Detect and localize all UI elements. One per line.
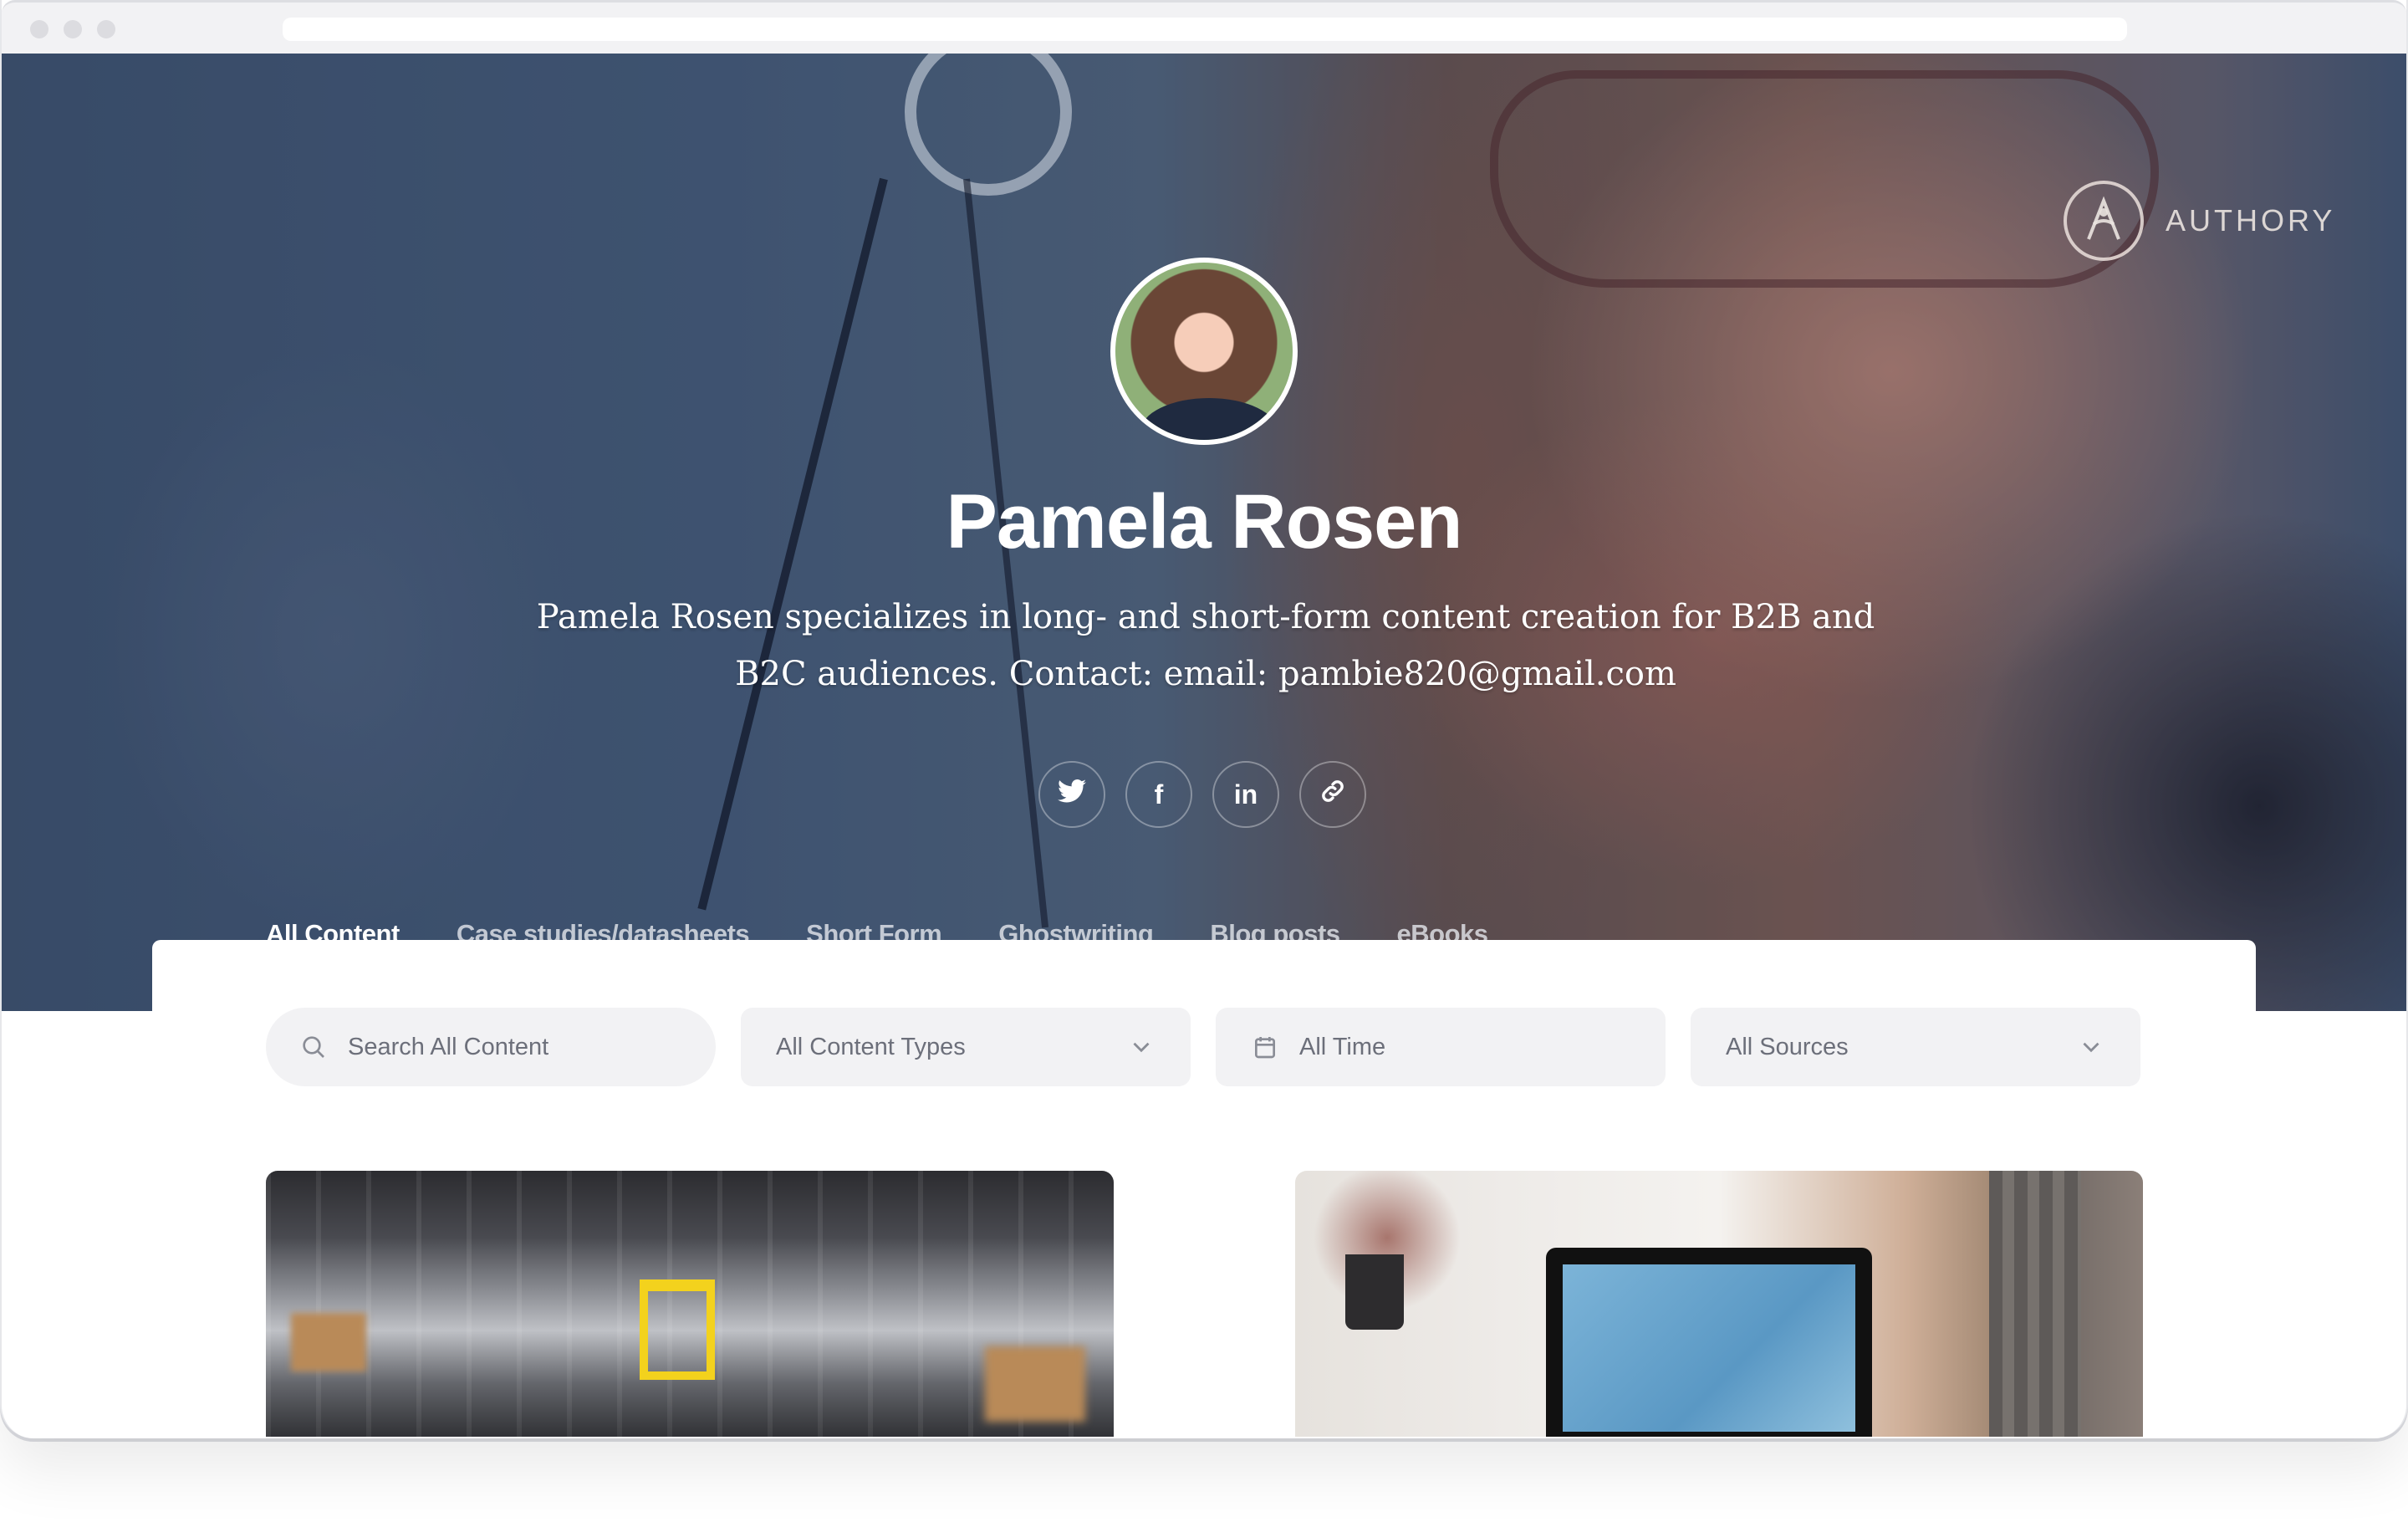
- linkedin-icon: in: [1233, 779, 1258, 810]
- search-placeholder: Search All Content: [348, 1033, 549, 1060]
- chevron-down-icon: [1127, 1033, 1156, 1061]
- browser-window: AUTHORY Pamela Rosen Pamela Rosen specia…: [0, 0, 2408, 1438]
- linkedin-link[interactable]: in: [1212, 761, 1279, 828]
- search-icon: [299, 1033, 328, 1061]
- sources-value: All Sources: [1726, 1033, 1849, 1060]
- hero-banner: AUTHORY Pamela Rosen Pamela Rosen specia…: [2, 54, 2406, 1011]
- authory-logo-text: AUTHORY: [2166, 203, 2336, 237]
- time-range-value: All Time: [1299, 1033, 1386, 1060]
- profile-name: Pamela Rosen: [946, 479, 1463, 564]
- content-types-value: All Content Types: [776, 1033, 966, 1060]
- twitter-icon: [1058, 779, 1086, 810]
- profile-bio: Pamela Rosen specializes in long- and sh…: [536, 598, 1875, 693]
- sources-dropdown[interactable]: All Sources: [1691, 1008, 2140, 1086]
- window-minimize-button[interactable]: [64, 20, 82, 38]
- calendar-icon: [1251, 1033, 1279, 1061]
- search-input[interactable]: Search All Content: [266, 1008, 716, 1086]
- link-icon: [1319, 777, 1347, 812]
- browser-chrome: [2, 0, 2406, 54]
- authory-logo[interactable]: AUTHORY: [2064, 181, 2335, 261]
- address-bar[interactable]: [283, 18, 2127, 41]
- twitter-link[interactable]: [1038, 761, 1105, 828]
- time-range-picker[interactable]: All Time: [1216, 1008, 1666, 1086]
- profile-avatar: [1110, 258, 1298, 445]
- window-maximize-button[interactable]: [97, 20, 115, 38]
- facebook-icon: f: [1154, 779, 1164, 810]
- window-close-button[interactable]: [30, 20, 48, 38]
- content-types-dropdown[interactable]: All Content Types: [741, 1008, 1191, 1086]
- facebook-link[interactable]: f: [1125, 761, 1192, 828]
- content-card-image[interactable]: [266, 1171, 1114, 1437]
- authory-logo-icon: [2064, 181, 2144, 261]
- social-links: f in: [1038, 761, 1366, 828]
- website-link[interactable]: [1299, 761, 1366, 828]
- content-card-image[interactable]: [1295, 1171, 2143, 1437]
- chevron-down-icon: [2077, 1033, 2105, 1061]
